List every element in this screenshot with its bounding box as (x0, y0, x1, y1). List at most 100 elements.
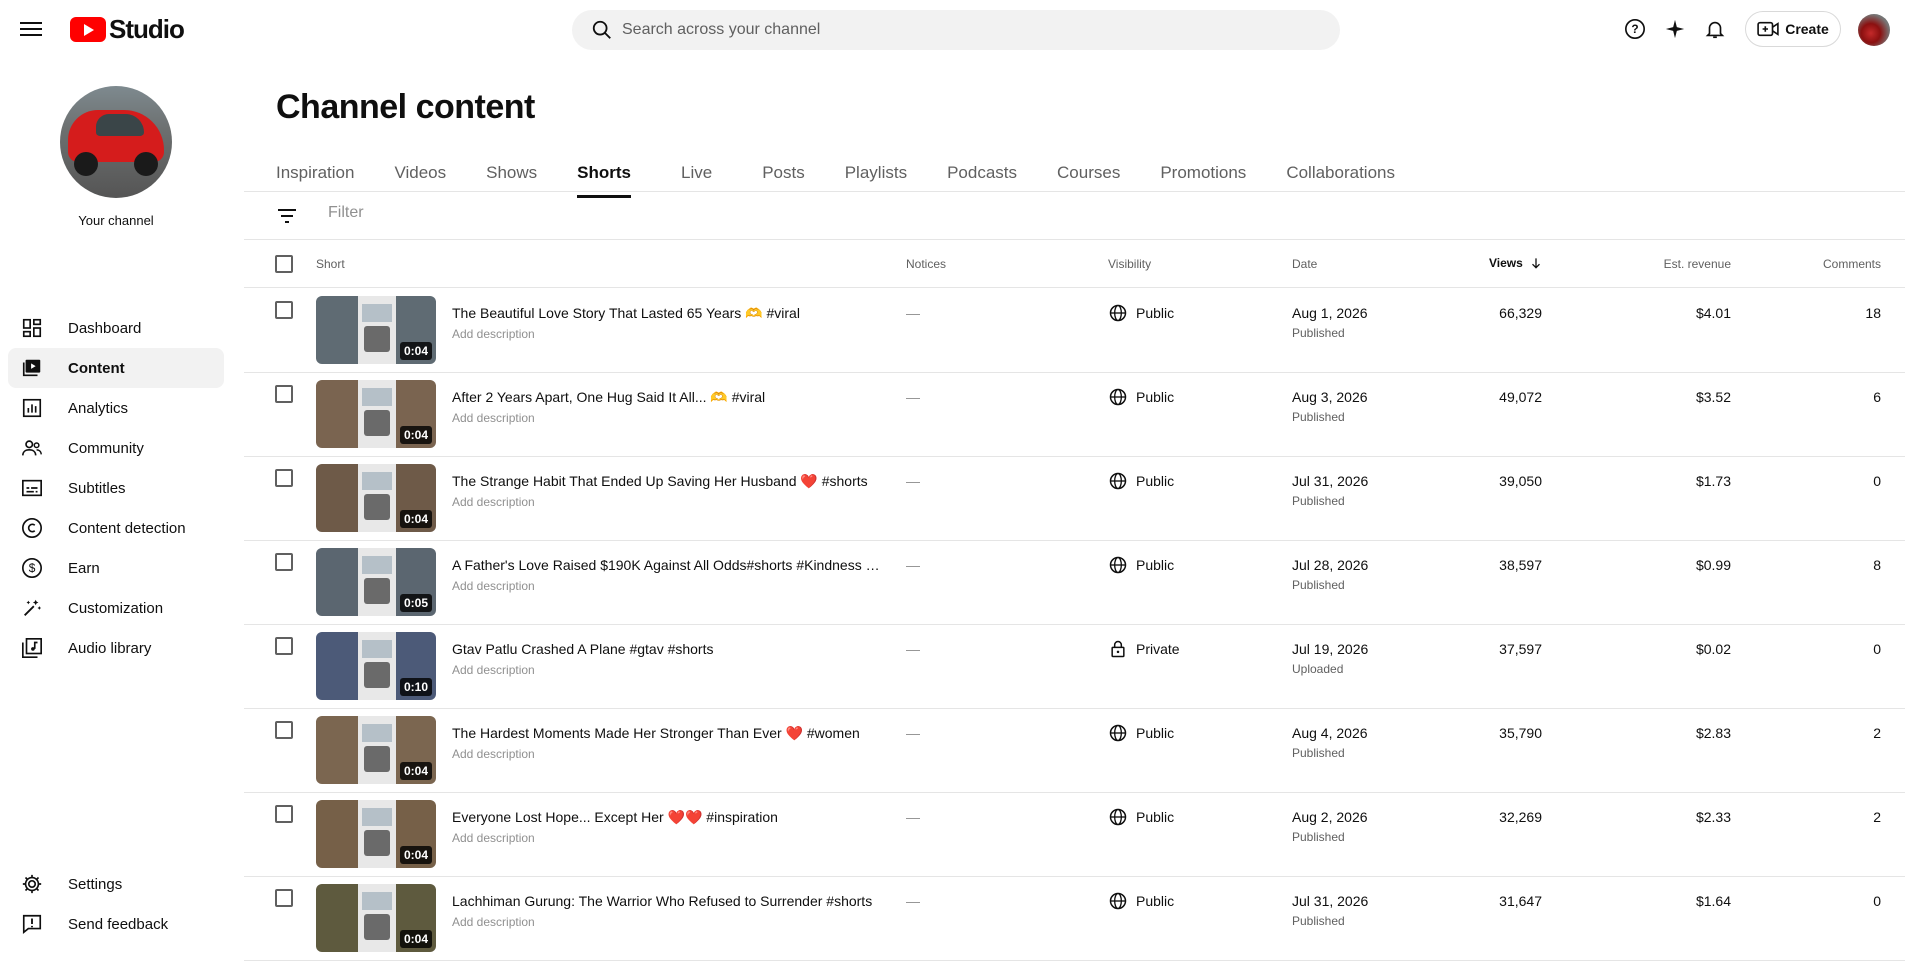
add-description-link[interactable]: Add description (452, 579, 535, 593)
column-header-date[interactable]: Date (1292, 257, 1317, 271)
feedback-icon (20, 912, 44, 936)
short-title[interactable]: The Hardest Moments Made Her Stronger Th… (452, 725, 882, 742)
add-description-link[interactable]: Add description (452, 663, 535, 677)
short-thumbnail[interactable]: 0:04 (316, 296, 436, 364)
sidebar-item-send-feedback[interactable]: Send feedback (8, 904, 224, 944)
visibility-selector[interactable]: Public (1108, 723, 1174, 743)
short-title[interactable]: Gtav Patlu Crashed A Plane #gtav #shorts (452, 641, 882, 657)
sidebar-item-label: Dashboard (68, 319, 142, 337)
visibility-selector[interactable]: Private (1108, 639, 1180, 659)
short-thumbnail[interactable]: 0:04 (316, 800, 436, 868)
row-checkbox[interactable] (275, 721, 293, 739)
short-title[interactable]: After 2 Years Apart, One Hug Said It All… (452, 389, 882, 406)
add-description-link[interactable]: Add description (452, 327, 535, 341)
column-header-views[interactable]: Views (1489, 256, 1543, 270)
visibility-selector[interactable]: Public (1108, 555, 1174, 575)
table-row[interactable]: 0:04 After 2 Years Apart, One Hug Said It… (244, 373, 1905, 457)
sidebar-item-customization[interactable]: Customization (8, 588, 224, 628)
sidebar-item-dashboard[interactable]: Dashboard (8, 308, 224, 348)
table-row[interactable]: 0:10 Gtav Patlu Crashed A Plane #gtav #sh… (244, 625, 1905, 709)
your-channel-label[interactable]: Your channel (0, 213, 232, 228)
short-title[interactable]: Everyone Lost Hope... Except Her ❤️❤️ #i… (452, 809, 882, 826)
row-checkbox[interactable] (275, 553, 293, 571)
add-description-link[interactable]: Add description (452, 747, 535, 761)
notifications-bell-icon[interactable] (1703, 17, 1727, 41)
logo-text: Studio (109, 14, 185, 44)
add-description-link[interactable]: Add description (452, 495, 535, 509)
visibility-label: Public (1136, 557, 1175, 573)
youtube-studio-logo[interactable]: Studio (70, 14, 185, 45)
sparkle-icon[interactable] (1663, 17, 1687, 41)
filter-input[interactable] (328, 204, 728, 222)
select-all-checkbox[interactable] (275, 255, 293, 273)
row-checkbox[interactable] (275, 889, 293, 907)
table-row[interactable]: 0:05 A Father's Love Raised $190K Against… (244, 541, 1905, 625)
add-description-link[interactable]: Add description (452, 915, 535, 929)
column-header-revenue[interactable]: Est. revenue (1664, 257, 1731, 271)
sidebar-item-subtitles[interactable]: Subtitles (8, 468, 224, 508)
visibility-selector[interactable]: Public (1108, 891, 1174, 911)
row-checkbox[interactable] (275, 469, 293, 487)
sidebar-item-label: Settings (68, 875, 123, 893)
community-icon (20, 436, 44, 460)
filter-icon[interactable] (275, 204, 299, 228)
comments-value[interactable]: 0 (1873, 641, 1881, 657)
hamburger-menu-icon[interactable] (20, 18, 42, 40)
status-label: Published (1292, 746, 1345, 760)
table-row[interactable]: 0:04 The Beautiful Love Story That Lasted… (244, 289, 1905, 373)
help-icon[interactable]: ? (1623, 17, 1647, 41)
channel-avatar[interactable] (60, 86, 172, 198)
short-title[interactable]: The Beautiful Love Story That Lasted 65 … (452, 305, 882, 322)
visibility-selector[interactable]: Public (1108, 303, 1174, 323)
table-row[interactable]: 0:04 Lachhiman Gurung: The Warrior Who Re… (244, 877, 1905, 961)
sidebar-item-content-detection[interactable]: Content detection (8, 508, 224, 548)
table-row[interactable]: 0:04 The Strange Habit That Ended Up Savi… (244, 457, 1905, 541)
search-bar[interactable] (572, 10, 1340, 50)
create-label: Create (1785, 21, 1829, 37)
row-checkbox[interactable] (275, 637, 293, 655)
account-avatar[interactable] (1858, 14, 1890, 46)
comments-value[interactable]: 2 (1873, 725, 1881, 741)
short-title[interactable]: A Father's Love Raised $190K Against All… (452, 557, 882, 573)
visibility-label: Public (1136, 809, 1175, 825)
sidebar-item-earn[interactable]: $ Earn (8, 548, 224, 588)
comments-value[interactable]: 2 (1873, 809, 1881, 825)
column-header-comments[interactable]: Comments (1823, 257, 1881, 271)
short-thumbnail[interactable]: 0:04 (316, 380, 436, 448)
sidebar-item-audio-library[interactable]: Audio library (8, 628, 224, 668)
visibility-selector[interactable]: Public (1108, 807, 1174, 827)
visibility-selector[interactable]: Public (1108, 471, 1174, 491)
comments-value[interactable]: 8 (1873, 557, 1881, 573)
comments-value[interactable]: 6 (1873, 389, 1881, 405)
short-title[interactable]: The Strange Habit That Ended Up Saving H… (452, 473, 882, 490)
comments-value[interactable]: 0 (1873, 473, 1881, 489)
analytics-icon (20, 396, 44, 420)
comments-value[interactable]: 18 (1865, 305, 1881, 321)
row-checkbox[interactable] (275, 805, 293, 823)
sidebar-item-settings[interactable]: Settings (8, 864, 224, 904)
short-thumbnail[interactable]: 0:05 (316, 548, 436, 616)
date-value: Aug 4, 2026 (1292, 725, 1368, 741)
sidebar-item-analytics[interactable]: Analytics (8, 388, 224, 428)
short-thumbnail[interactable]: 0:04 (316, 464, 436, 532)
sidebar-item-community[interactable]: Community (8, 428, 224, 468)
short-title[interactable]: Lachhiman Gurung: The Warrior Who Refuse… (452, 893, 882, 909)
visibility-selector[interactable]: Public (1108, 387, 1174, 407)
add-description-link[interactable]: Add description (452, 411, 535, 425)
table-row[interactable]: 0:04 The Hardest Moments Made Her Stronge… (244, 709, 1905, 793)
table-row[interactable]: 0:04 Everyone Lost Hope... Except Her ❤️❤… (244, 793, 1905, 877)
search-input[interactable] (622, 21, 1302, 39)
search-icon[interactable] (582, 10, 622, 50)
comments-value[interactable]: 0 (1873, 893, 1881, 909)
row-checkbox[interactable] (275, 385, 293, 403)
short-thumbnail[interactable]: 0:10 (316, 632, 436, 700)
date-value: Jul 28, 2026 (1292, 557, 1369, 573)
sidebar-item-content[interactable]: Content (8, 348, 224, 388)
create-button[interactable]: Create (1745, 11, 1841, 47)
row-checkbox[interactable] (275, 301, 293, 319)
sidebar: Your channel Dashboard Content Analytics… (0, 58, 240, 954)
short-thumbnail[interactable]: 0:04 (316, 884, 436, 952)
add-description-link[interactable]: Add description (452, 831, 535, 845)
short-thumbnail[interactable]: 0:04 (316, 716, 436, 784)
column-header-short: Short (316, 257, 345, 271)
